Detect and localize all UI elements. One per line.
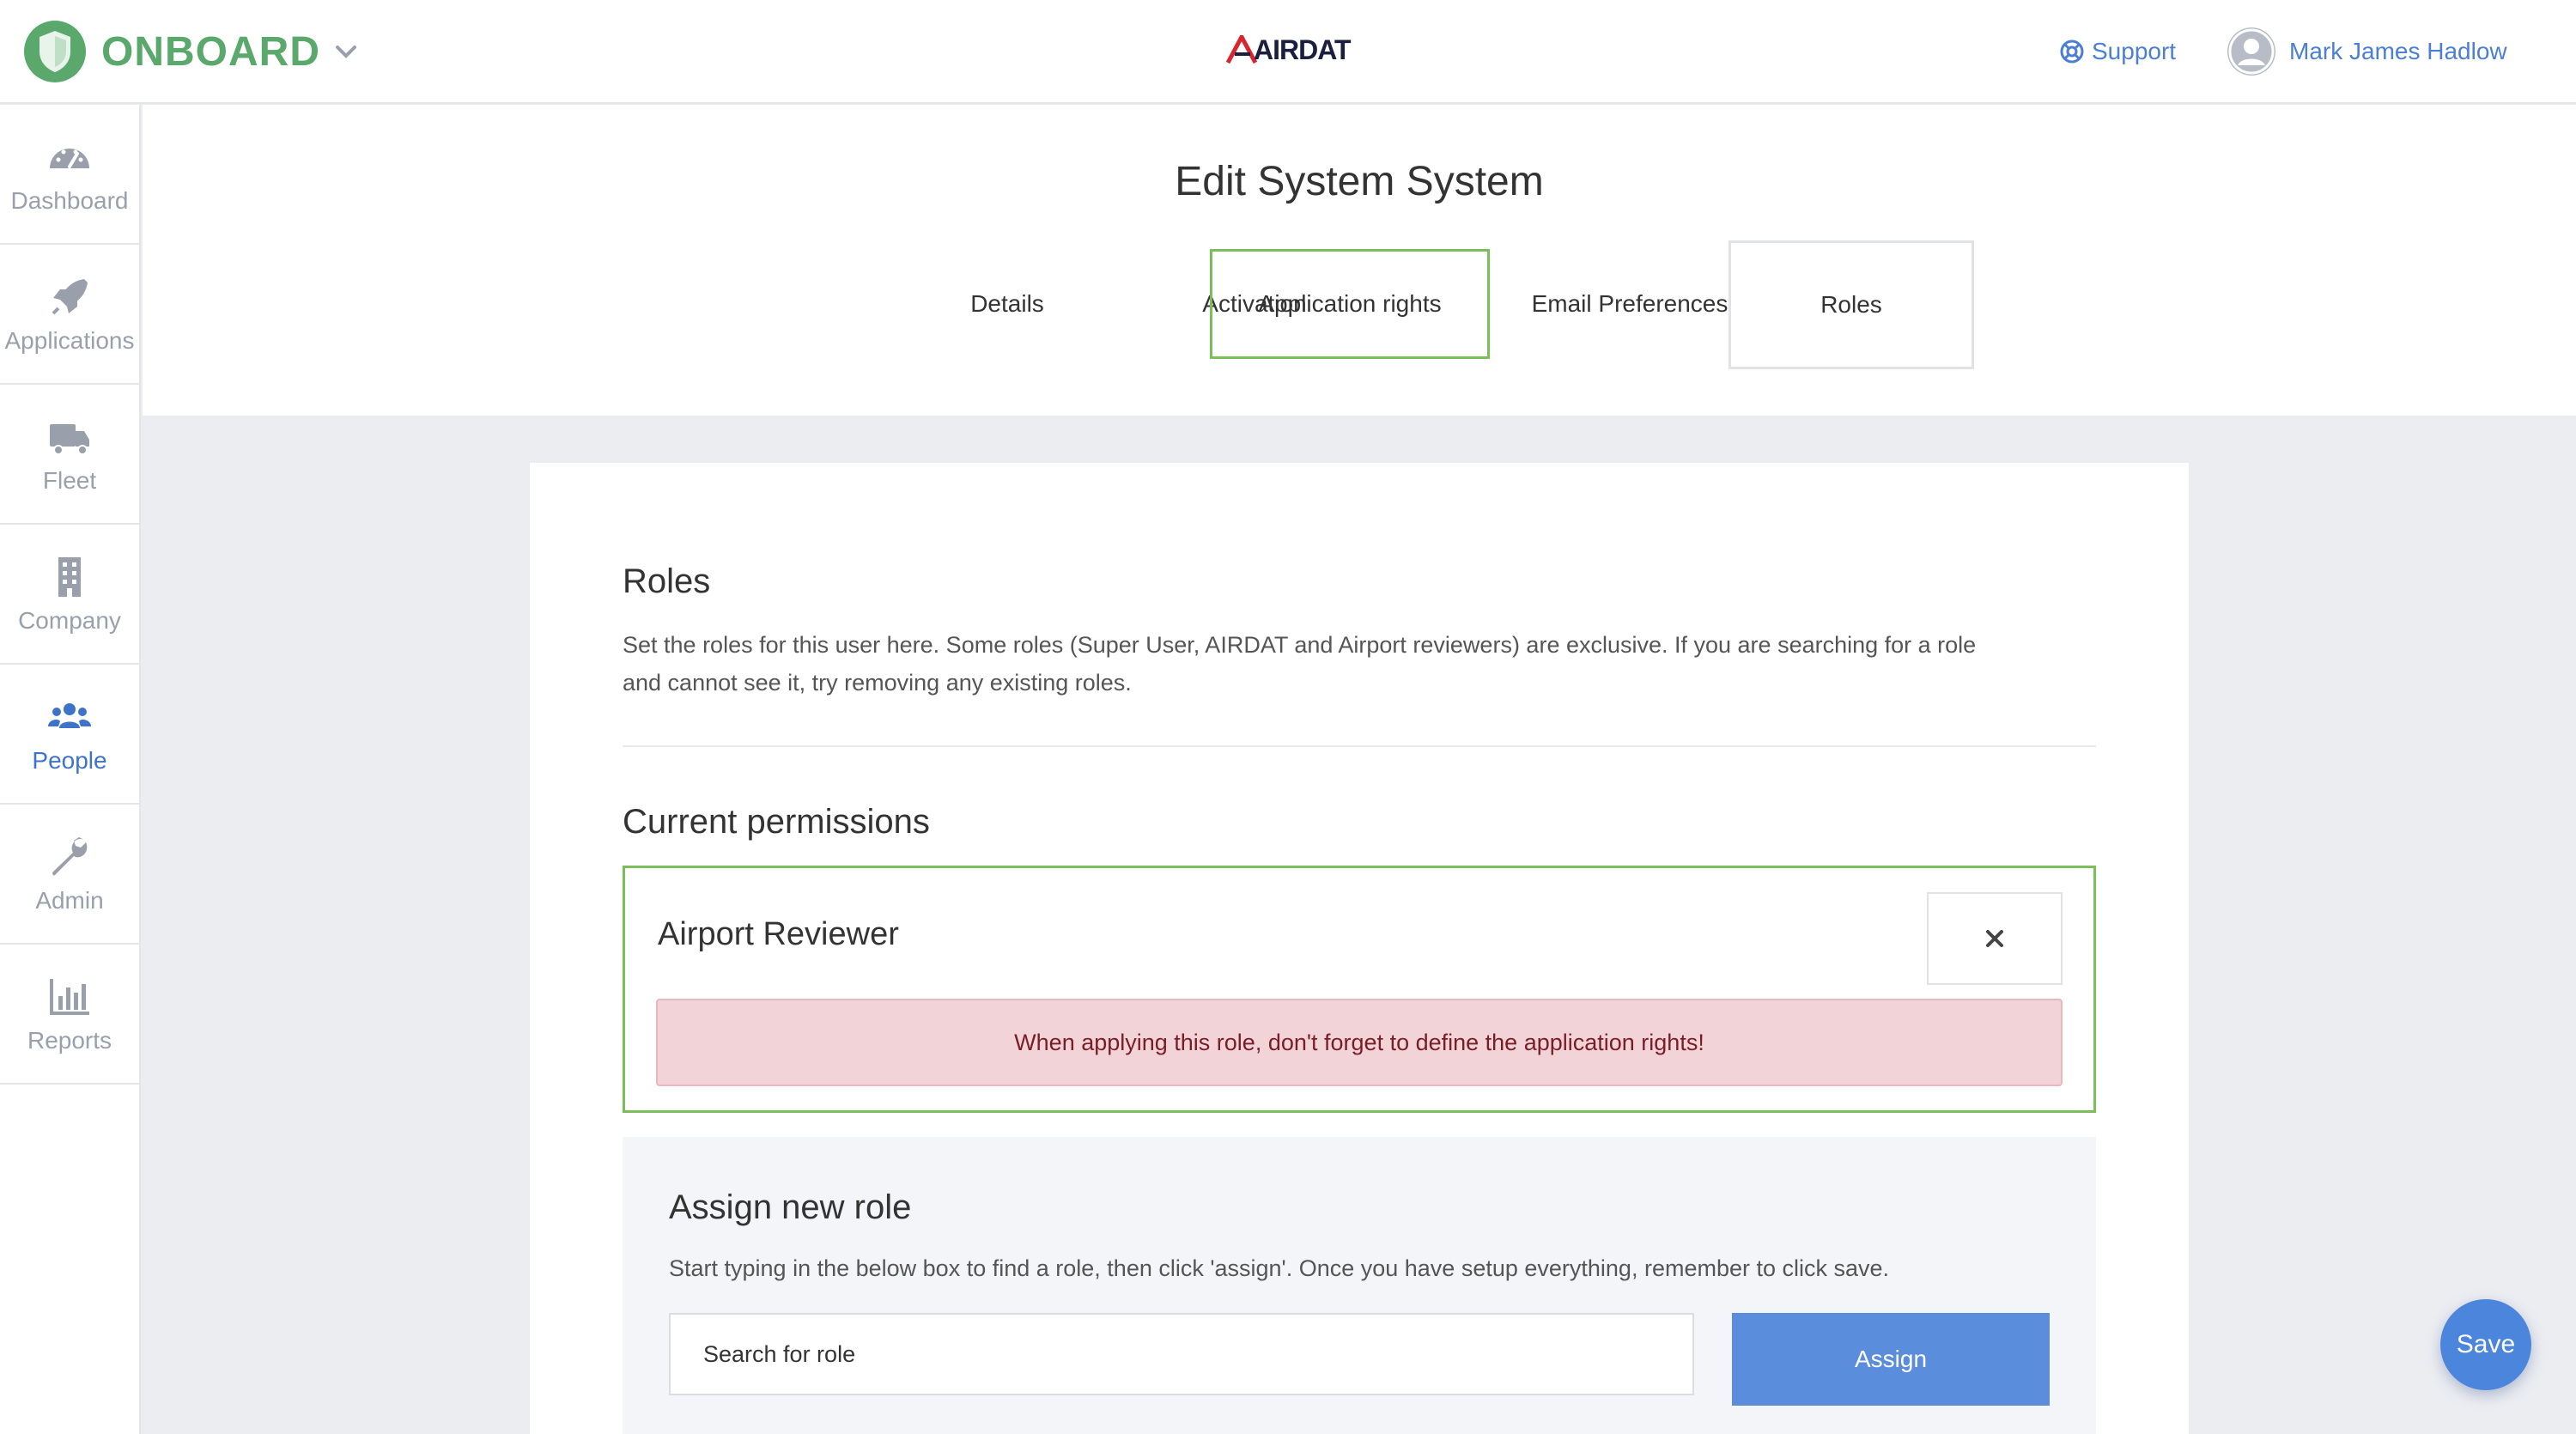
- assign-button[interactable]: Assign: [1732, 1313, 2050, 1406]
- support-label: Support: [2092, 38, 2177, 64]
- brand-menu[interactable]: ONBOARD: [24, 19, 360, 84]
- roles-card: Roles Set the roles for this user here. …: [530, 463, 2189, 1434]
- tab-label: Email Preferences: [1531, 290, 1728, 317]
- sidebar-item-dashboard[interactable]: Dashboard: [0, 105, 139, 245]
- role-search-input[interactable]: [669, 1313, 1694, 1395]
- permission-name: Airport Reviewer: [658, 916, 899, 952]
- user-name: Mark James Hadlow: [2289, 38, 2507, 64]
- airdat-a-icon: [1226, 35, 1257, 64]
- tab-email-preferences[interactable]: Email Preferences: [1501, 249, 1759, 359]
- save-fab: Save: [2440, 1299, 2576, 1390]
- top-bar: ONBOARD AIRDAT Support Mark James Hadlow: [0, 0, 2576, 104]
- dashboard-icon: [50, 148, 89, 168]
- shield-logo-icon: [24, 21, 86, 82]
- tab-label: Details: [970, 290, 1044, 317]
- sidebar-item-people[interactable]: People: [0, 665, 139, 805]
- current-permissions-title: Current permissions: [623, 803, 930, 841]
- sidebar-item-label: Admin: [35, 886, 104, 914]
- sidebar-item-label: Company: [18, 606, 121, 634]
- remove-role-button[interactable]: [1927, 892, 2063, 985]
- sidebar-item-label: Reports: [27, 1026, 112, 1054]
- sidebar-item-admin[interactable]: Admin: [0, 805, 139, 945]
- tab-roles[interactable]: Roles: [1728, 240, 1974, 369]
- truck-icon: [50, 423, 89, 455]
- sidebar-item-label: Fleet: [42, 466, 97, 494]
- building-icon: [58, 556, 81, 597]
- divider: [623, 745, 2096, 747]
- user-menu[interactable]: Mark James Hadlow: [2227, 26, 2507, 77]
- roles-description-line-1: Set the roles for this user here. Some r…: [623, 632, 1977, 658]
- lifebuoy-icon: [2060, 39, 2084, 64]
- rocket-icon: [52, 278, 88, 314]
- brand-name: ONBOARD: [101, 28, 320, 75]
- sidebar-item-label: People: [32, 746, 107, 774]
- avatar: [2227, 27, 2275, 76]
- page-header: Edit System System Details Activation Ap…: [143, 105, 2576, 416]
- sidebar: Dashboard Applications Fleet Company Peo…: [0, 105, 141, 1434]
- sidebar-item-reports[interactable]: Reports: [0, 945, 139, 1085]
- sidebar-item-label: Dashboard: [10, 186, 129, 214]
- sidebar-item-label: Applications: [4, 326, 135, 354]
- roles-title: Roles: [623, 562, 711, 600]
- people-icon: [48, 702, 91, 728]
- alert-text: When applying this role, don't forget to…: [1014, 1029, 1704, 1055]
- airdat-logo: AIRDAT: [1226, 33, 1351, 67]
- airdat-wordmark: AIRDAT: [1254, 33, 1351, 65]
- sidebar-item-fleet[interactable]: Fleet: [0, 385, 139, 525]
- assign-description: Start typing in the below box to find a …: [669, 1255, 1890, 1281]
- chevron-down-icon: [336, 46, 356, 58]
- page-title: Edit System System: [1175, 159, 1544, 204]
- bar-chart-icon: [50, 978, 89, 1015]
- tab-application-rights[interactable]: Application rights: [1210, 249, 1490, 359]
- user-icon: [2228, 28, 2275, 75]
- support-link[interactable]: Support: [2059, 33, 2176, 70]
- tab-details[interactable]: Details: [866, 249, 1149, 359]
- permission-item: Airport Reviewer When applying this role…: [623, 866, 2096, 1113]
- sidebar-item-applications[interactable]: Applications: [0, 245, 139, 385]
- roles-description-line-2: and cannot see it, try removing any exis…: [623, 670, 1132, 696]
- assign-role-panel: Assign new role Start typing in the belo…: [623, 1137, 2096, 1434]
- wrench-icon: [52, 836, 88, 876]
- tab-label: Roles: [1820, 291, 1882, 318]
- close-icon: [1986, 930, 2003, 947]
- assign-title: Assign new role: [669, 1188, 912, 1226]
- role-alert: When applying this role, don't forget to…: [656, 999, 2063, 1086]
- save-button[interactable]: Save: [2440, 1299, 2531, 1390]
- sidebar-item-company[interactable]: Company: [0, 525, 139, 665]
- tab-label: Application rights: [1258, 290, 1442, 317]
